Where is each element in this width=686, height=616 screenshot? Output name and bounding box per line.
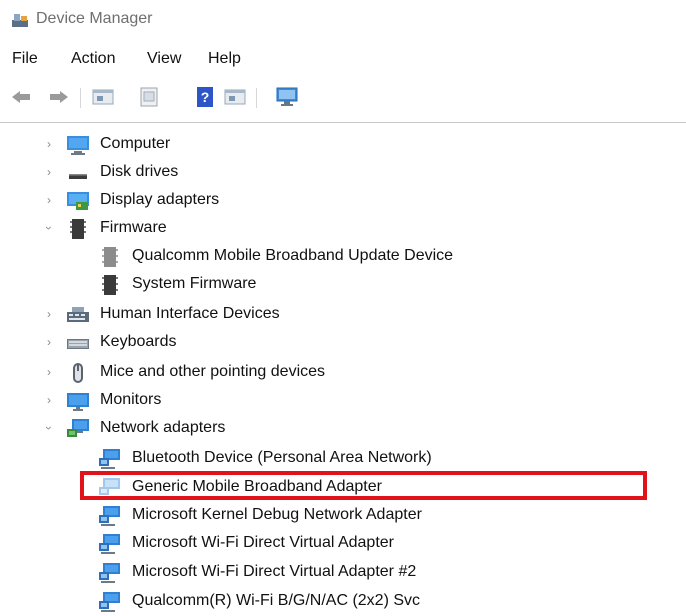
network-device-icon — [99, 506, 120, 526]
network-adapter-icon — [67, 419, 89, 437]
computer-icon — [67, 136, 89, 155]
title-bar: Device Manager — [0, 0, 686, 42]
chevron-right-icon[interactable]: › — [42, 193, 56, 207]
properties-icon[interactable] — [90, 84, 116, 110]
tree-item-label: System Firmware — [132, 275, 257, 292]
network-device-icon — [99, 449, 120, 469]
network-device-icon — [99, 563, 120, 583]
chevron-right-icon[interactable]: › — [42, 335, 56, 349]
tree-item-qualcomm-mobile-broadband-update-device[interactable]: Qualcomm Mobile Broadband Update Device — [0, 243, 686, 271]
tree-item-label: Microsoft Wi-Fi Direct Virtual Adapter — [132, 534, 394, 551]
tree-item-label: Human Interface Devices — [100, 305, 280, 322]
firmware-icon — [70, 219, 86, 239]
forward-arrow-icon[interactable] — [46, 84, 72, 110]
menu-view[interactable]: View — [147, 50, 181, 68]
help-icon[interactable]: ? — [192, 84, 218, 110]
chevron-right-icon[interactable]: › — [42, 307, 56, 321]
toolbar-separator — [256, 88, 257, 108]
toolbar: ? — [0, 84, 686, 114]
toolbar-separator — [80, 88, 81, 108]
firmware-device-icon — [102, 247, 118, 267]
menu-help[interactable]: Help — [208, 50, 241, 68]
menu-bar: File Action View Help — [0, 50, 686, 76]
tree-item-label: Firmware — [100, 219, 167, 236]
tree-item-qualcomm-wifi[interactable]: Qualcomm(R) Wi-Fi B/G/N/AC (2x2) Svc — [0, 588, 686, 616]
scan-hardware-changes-icon[interactable] — [274, 84, 300, 110]
tree-item-label: Network adapters — [100, 419, 226, 436]
mouse-icon — [73, 363, 83, 383]
window-title: Device Manager — [36, 10, 153, 27]
chevron-right-icon[interactable]: › — [42, 165, 56, 179]
tree-item-display-adapters[interactable]: › Display adapters — [0, 187, 686, 215]
menu-file[interactable]: File — [12, 50, 38, 68]
device-manager-icon — [12, 14, 28, 27]
firmware-device-icon — [102, 275, 118, 295]
monitor-icon — [67, 393, 89, 411]
tree-item-label: Qualcomm(R) Wi-Fi B/G/N/AC (2x2) Svc — [132, 592, 421, 609]
tree-item-monitors[interactable]: › Monitors — [0, 387, 686, 415]
tree-item-disk-drives[interactable]: › Disk drives — [0, 159, 686, 187]
disk-drive-icon — [69, 174, 87, 179]
tree-top-border — [0, 122, 686, 123]
tree-item-microsoft-wifi-direct-virtual-adapter-2[interactable]: Microsoft Wi-Fi Direct Virtual Adapter #… — [0, 559, 686, 587]
chevron-right-icon[interactable]: › — [42, 365, 56, 379]
highlight-rectangle — [80, 471, 647, 500]
hide-show-console-tree-icon[interactable] — [136, 84, 162, 110]
chevron-right-icon[interactable]: › — [42, 393, 56, 407]
tree-item-human-interface-devices[interactable]: › Human Interface Devices — [0, 301, 686, 329]
hid-icon — [67, 307, 89, 322]
chevron-right-icon[interactable]: › — [42, 137, 56, 151]
tree-item-bluetooth-device-pan[interactable]: Bluetooth Device (Personal Area Network) — [0, 445, 686, 473]
tree-item-mice[interactable]: › Mice and other pointing devices — [0, 359, 686, 387]
tree-item-firmware[interactable]: › Firmware — [0, 215, 686, 243]
tree-item-microsoft-kernel-debug-network-adapter[interactable]: Microsoft Kernel Debug Network Adapter — [0, 502, 686, 530]
console-view-icon[interactable] — [222, 84, 248, 110]
back-arrow-icon[interactable] — [8, 84, 34, 110]
tree-item-keyboards[interactable]: › Keyboards — [0, 329, 686, 357]
tree-item-label: Bluetooth Device (Personal Area Network) — [132, 449, 432, 466]
tree-item-label: Disk drives — [100, 163, 179, 180]
tree-item-label: Monitors — [100, 391, 162, 408]
keyboard-icon — [67, 339, 89, 349]
tree-item-label: Mice and other pointing devices — [100, 363, 326, 380]
tree-item-computer[interactable]: › Computer — [0, 131, 686, 159]
svg-text:?: ? — [201, 89, 210, 105]
tree-item-label: Computer — [100, 135, 171, 152]
tree-item-system-firmware[interactable]: System Firmware — [0, 271, 686, 299]
menu-action[interactable]: Action — [71, 50, 115, 68]
tree-item-label: Qualcomm Mobile Broadband Update Device — [132, 247, 454, 264]
network-device-icon — [99, 534, 120, 554]
tree-item-label: Display adapters — [100, 191, 220, 208]
tree-item-label: Microsoft Wi-Fi Direct Virtual Adapter #… — [132, 563, 417, 580]
tree-item-network-adapters[interactable]: › Network adapters — [0, 415, 686, 443]
tree-item-label: Microsoft Kernel Debug Network Adapter — [132, 506, 422, 523]
chevron-down-icon[interactable]: › — [42, 221, 56, 235]
chevron-down-icon[interactable]: › — [42, 421, 56, 435]
display-adapter-icon — [67, 192, 89, 210]
tree-item-label: Keyboards — [100, 333, 177, 350]
tree-item-microsoft-wifi-direct-virtual-adapter[interactable]: Microsoft Wi-Fi Direct Virtual Adapter — [0, 530, 686, 558]
